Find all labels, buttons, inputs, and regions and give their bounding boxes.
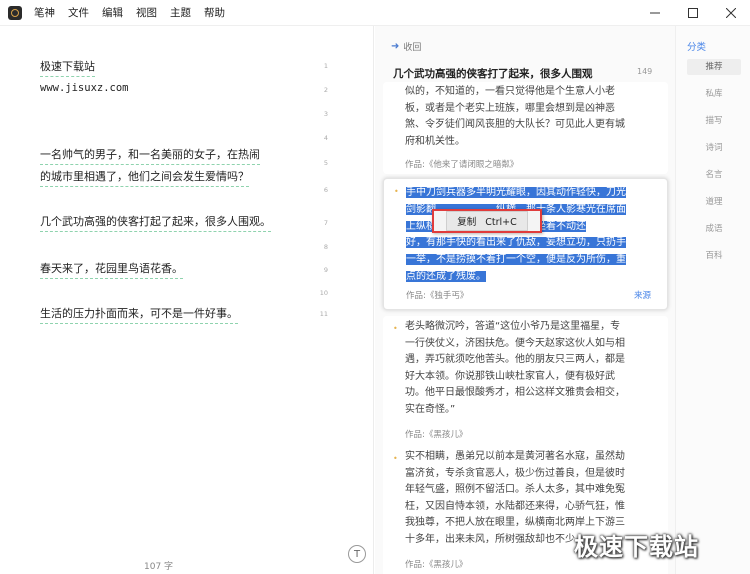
card-line: 似的，不知道的，一看只觉得他是个生意人小老 — [405, 86, 615, 97]
category-sidebar: 分类 推荐 私库 描写 诗词 名言 道理 成语 百科 — [675, 26, 750, 574]
line-number: 4 — [323, 134, 328, 142]
result-card-active[interactable]: • 手中刀剑兵器多半明光耀眼，因其动作轻快，刀光 剑影翻 纵横，那十条人影寒光在席… — [383, 178, 668, 310]
card-line: 府和机关性。 — [405, 135, 465, 147]
card-line: 功。他平日最恨酸秀才，相公这样文雅贵会相交， — [405, 387, 625, 398]
card-source[interactable]: 作品:《黑孩儿》 — [405, 428, 467, 440]
category-quotes[interactable]: 名言 — [687, 167, 741, 183]
editor-line[interactable]: www.jisuxz.com — [40, 82, 129, 94]
line-number: 5 — [323, 159, 328, 167]
card-line: 好，有那手快的看出来了仇敌，妄想立功，只扔手 — [406, 237, 626, 249]
card-line: 煞、令歹徒们闻风丧胆的大队长？可见此人更有城 — [405, 119, 625, 130]
card-line: 富济贫，专杀贪官恶人，极少伤过善良，但是彼时 — [405, 467, 625, 479]
copy-shortcut: Ctrl+C — [485, 217, 517, 228]
watermark: 极速下载站 — [574, 533, 699, 561]
category-private[interactable]: 私库 — [687, 86, 741, 102]
result-card[interactable]: 似的，不知道的，一看只觉得他是个生意人小老 板，或者是个老实上班族，哪里会想到是… — [383, 82, 668, 174]
menu-edit[interactable]: 编辑 — [102, 5, 123, 20]
results-pane[interactable]: ➜ 收回 几个武功高强的侠客打了起来，很多人围观 149 似的，不知道的，一看只… — [375, 26, 675, 574]
maximize-button[interactable] — [674, 0, 712, 26]
menu-view[interactable]: 视图 — [136, 5, 157, 20]
editor-line[interactable]: 春天来了，花园里鸟语花香。 — [40, 260, 183, 279]
menu-help[interactable]: 帮助 — [204, 5, 225, 20]
selected-text[interactable]: 手中刀剑兵器多半明光耀眼，因其动作轻快，刀光 剑影翻 纵横，那十条人影寒光在席面 … — [406, 185, 652, 286]
card-source[interactable]: 作品:《独手丐》 — [406, 289, 468, 301]
bullet-icon: • — [393, 324, 398, 333]
card-line: 板，或者是个老实上班族，哪里会想到是凶神恶 — [405, 102, 615, 114]
card-line: 好大本领。你说那铁山峡杜家官人，便有极好武 — [405, 370, 615, 382]
editor-line[interactable]: 的城市里相遇了，他们之间会发生爱情吗？ — [40, 168, 249, 187]
editor-line[interactable]: 极速下载站 — [40, 58, 95, 77]
title-bar: 笔神 文件 编辑 视图 主题 帮助 — [0, 0, 750, 26]
result-card[interactable]: • 老头略微沉吟，答道“这位小爷乃是这里福星，专 一行侠仗义，济困扶危。便今天赵… — [383, 316, 668, 456]
category-heading: 分类 — [687, 42, 707, 53]
editor-line[interactable]: 一名帅气的男子，和一名美丽的女子，在热闹 — [40, 146, 260, 165]
card-line: 枉，又因自恃本领，水陆都还来得，心骄气狂，惟 — [405, 500, 625, 512]
card-line: 实在奇怪。” — [405, 403, 456, 415]
app-logo-icon — [8, 5, 22, 20]
line-number: 6 — [323, 186, 328, 194]
collapse-label: 收回 — [403, 43, 422, 53]
source-link[interactable]: 来源 — [634, 289, 651, 301]
menu-bishen[interactable]: 笔神 — [34, 5, 55, 20]
category-encyclopedia[interactable]: 百科 — [687, 248, 741, 264]
line-number: 1 — [323, 62, 328, 70]
word-count: 107 字 — [144, 562, 174, 572]
collapse-button[interactable]: ➜ 收回 — [391, 40, 421, 53]
card-line: 实不相瞒，愚弟兄以前本是黄河著名水寇，虽然劫 — [405, 451, 625, 462]
card-line: 老头略微沉吟，答道“这位小爷乃是这里福星，专 — [405, 321, 621, 332]
bullet-icon: • — [394, 187, 399, 196]
query-count: 149 — [637, 67, 653, 76]
context-menu: 复制 Ctrl+C — [432, 209, 542, 233]
card-line: 年轻气盛，照例不留活口。杀人太多，其中难免冤 — [405, 484, 625, 495]
line-number: 9 — [323, 266, 328, 274]
card-line: 遇，弄巧就须吃他苦头。他的朋友只三两人，都是 — [405, 354, 625, 365]
category-idioms[interactable]: 成语 — [687, 221, 741, 237]
card-line: 点的还成了残废。 — [406, 270, 486, 282]
card-text: 似的，不知道的，一看只觉得他是个生意人小老 板，或者是个老实上班族，哪里会想到是… — [405, 84, 651, 150]
minimize-button[interactable] — [636, 0, 674, 26]
card-line: 手中刀剑兵器多半明光耀眼，因其动作轻快，刀光 — [406, 187, 626, 198]
minimize-icon — [650, 12, 660, 14]
editor-line[interactable]: 几个武功高强的侠客打起了起来，很多人围观。 — [40, 213, 271, 232]
menu-file[interactable]: 文件 — [68, 5, 89, 20]
card-text: 老头略微沉吟，答道“这位小爷乃是这里福星，专 一行侠仗义，济困扶危。便今天赵家这… — [405, 319, 651, 418]
copy-label: 复制 — [457, 217, 477, 228]
card-line: 一举，不是捞摸不着打一个空，便是反为所伤，重 — [406, 254, 626, 266]
card-source[interactable]: 作品:《他来了请闭眼之暗粼》 — [405, 158, 518, 170]
text-icon: T — [353, 548, 361, 560]
maximize-icon — [688, 8, 698, 18]
category-reasoning[interactable]: 道理 — [687, 194, 741, 210]
editor-pane[interactable]: 极速下载站 1 www.jisuxz.com 2 3 4 一名帅气的男子，和一名… — [0, 26, 374, 574]
category-recommend[interactable]: 推荐 — [687, 59, 741, 75]
line-number: 8 — [323, 243, 328, 251]
line-number: 11 — [319, 310, 328, 318]
query-title: 几个武功高强的侠客打了起来，很多人围观 — [393, 68, 593, 80]
editor-line[interactable]: 生活的压力扑面而来，可不是一件好事。 — [40, 305, 238, 324]
line-number: 10 — [319, 289, 328, 297]
text-template-button[interactable]: T — [348, 545, 366, 563]
card-source[interactable]: 作品:《黑孩儿》 — [405, 558, 467, 570]
line-number: 7 — [323, 219, 328, 227]
bullet-icon: • — [393, 454, 398, 463]
copy-menu-item[interactable]: 复制 Ctrl+C — [446, 211, 528, 231]
close-icon — [726, 8, 736, 18]
category-description[interactable]: 描写 — [687, 113, 741, 129]
card-line: 一行侠仗义，济困扶危。便今天赵家这伙人如与相 — [405, 337, 625, 349]
line-number: 2 — [323, 86, 328, 94]
arrow-right-icon: ➜ — [391, 41, 400, 52]
menu-theme[interactable]: 主题 — [170, 5, 191, 20]
close-button[interactable] — [712, 0, 750, 26]
line-number: 3 — [323, 110, 328, 118]
category-poetry[interactable]: 诗词 — [687, 140, 741, 156]
